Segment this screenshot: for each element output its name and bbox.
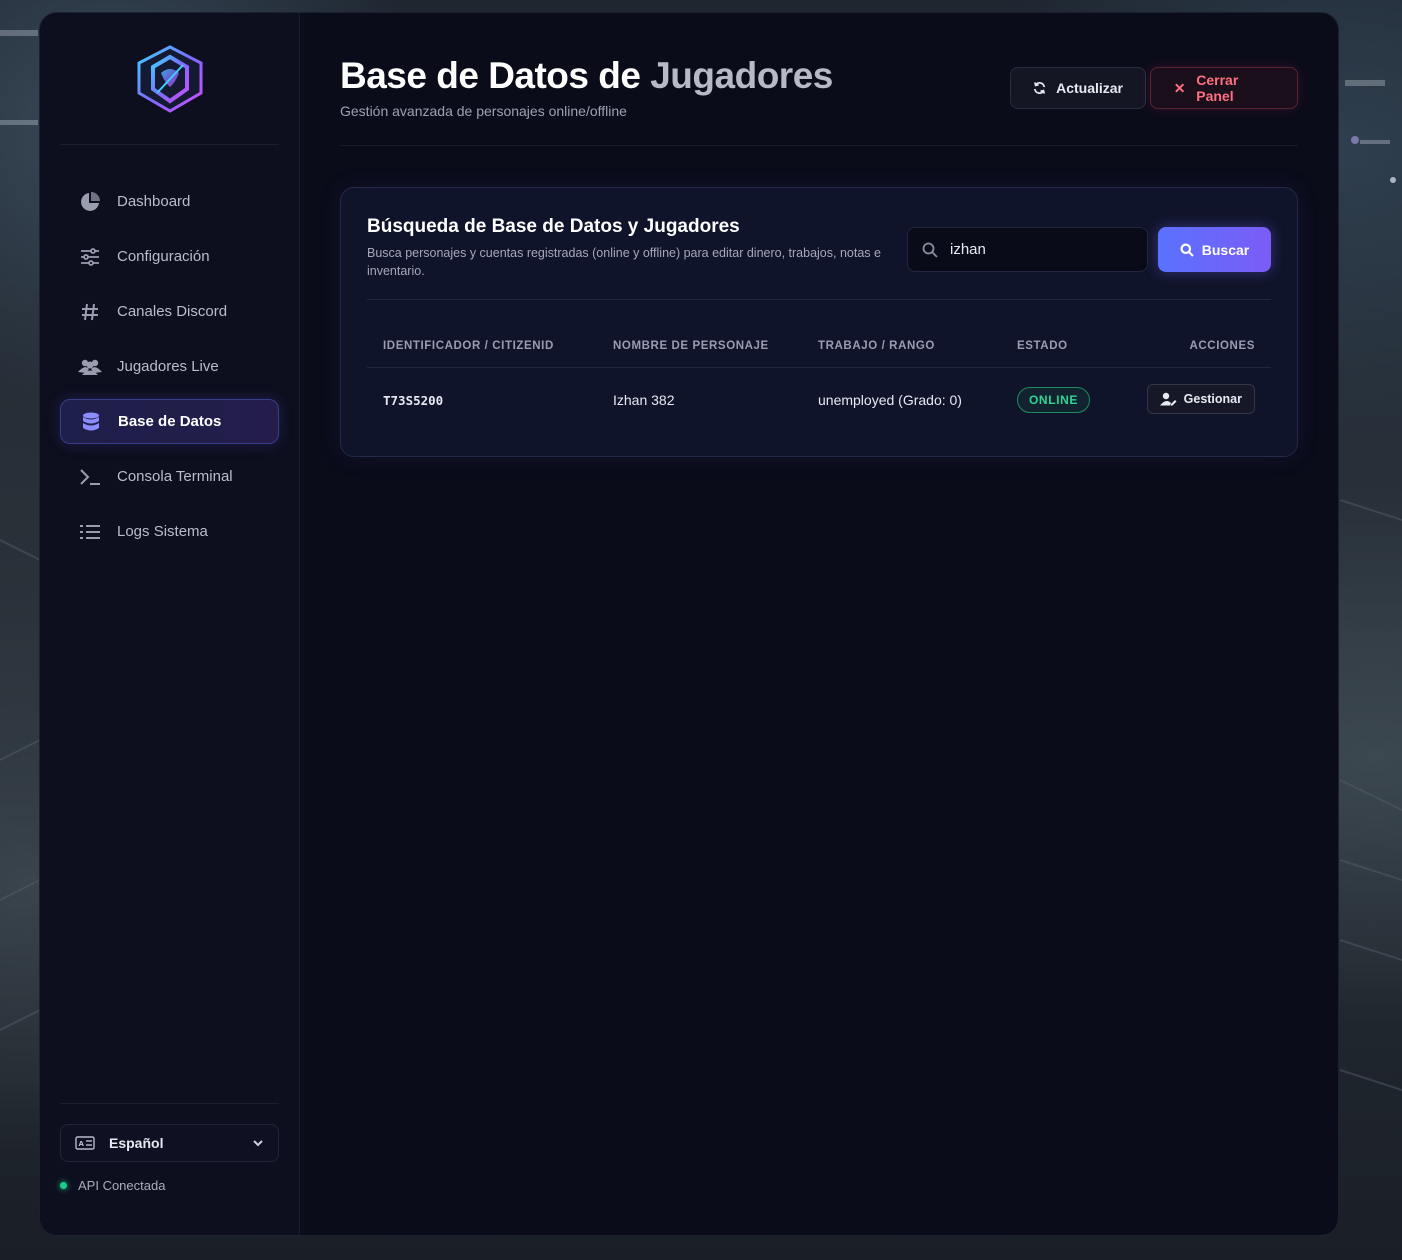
refresh-label: Actualizar [1056, 80, 1123, 96]
page-title-accent: Jugadores [650, 55, 833, 96]
table-header: IDENTIFICADOR / CITIZENID NOMBRE DE PERS… [367, 300, 1271, 368]
sidebar-item-label: Canales Discord [117, 303, 228, 320]
api-status-label: API Conectada [78, 1178, 166, 1193]
refresh-button[interactable]: Actualizar [1010, 67, 1146, 109]
search-card-description: Busca personajes y cuentas registradas (… [367, 246, 881, 278]
search-card-header: Búsqueda de Base de Datos y Jugadores Bu… [367, 188, 1271, 300]
pie-chart-icon [78, 190, 102, 214]
user-edit-icon [1159, 392, 1177, 406]
page-title-main: Base de Datos de [340, 55, 651, 96]
list-icon [78, 520, 102, 544]
status-badge: ONLINE [1017, 387, 1090, 413]
main-content: Base de Datos de Jugadores Gestión avanz… [300, 13, 1338, 1235]
column-header-citizenid: IDENTIFICADOR / CITIZENID [383, 340, 554, 352]
sidebar-item-label: Jugadores Live [117, 358, 219, 375]
refresh-icon [1034, 82, 1046, 94]
close-icon [1175, 83, 1185, 93]
page-header: Base de Datos de Jugadores Gestión avanz… [340, 13, 1298, 146]
crest-logo-icon [137, 44, 202, 113]
search-card-title: Búsqueda de Base de Datos y Jugadores [367, 216, 740, 237]
svg-text:A: A [79, 1140, 85, 1148]
hash-icon [78, 300, 102, 324]
sidebar-item-label: Base de Datos [118, 413, 222, 430]
sidebar-item-label: Consola Terminal [117, 468, 233, 485]
search-button[interactable]: Buscar [1158, 227, 1271, 272]
column-header-job: TRABAJO / RANGO [818, 340, 935, 352]
sidebar-nav: Dashboard Configuración Canales Discord … [40, 179, 299, 554]
sidebar-item-jugadores-live[interactable]: Jugadores Live [60, 344, 279, 389]
language-select[interactable]: A Español [60, 1124, 279, 1162]
api-status: API Conectada [60, 1178, 279, 1193]
close-panel-label: Cerrar Panel [1196, 72, 1239, 104]
cell-job-rank: unemployed (Grado: 0) [818, 392, 962, 408]
sidebar-item-label: Configuración [117, 248, 210, 265]
sidebar: Dashboard Configuración Canales Discord … [40, 13, 300, 1235]
status-dot-icon [60, 1182, 67, 1189]
sidebar-item-base-de-datos[interactable]: Base de Datos [60, 399, 279, 444]
table-row: T73S5200 Izhan 382 unemployed (Grado: 0)… [367, 368, 1271, 432]
terminal-icon [78, 465, 102, 489]
column-header-actions: ACCIONES [1189, 340, 1255, 352]
cell-character-name: Izhan 382 [613, 392, 675, 408]
sidebar-item-label: Logs Sistema [117, 523, 208, 540]
manage-button-label: Gestionar [1183, 392, 1242, 406]
page-subtitle: Gestión avanzada de personajes online/of… [340, 103, 627, 119]
header-actions: Actualizar Cerrar Panel [1010, 67, 1298, 109]
search-button-label: Buscar [1201, 241, 1250, 258]
logo-area [60, 13, 279, 145]
search-icon [1180, 243, 1194, 257]
sidebar-item-canales-discord[interactable]: Canales Discord [60, 289, 279, 334]
sidebar-item-configuracion[interactable]: Configuración [60, 234, 279, 279]
search-input[interactable] [950, 241, 1130, 258]
admin-panel: Dashboard Configuración Canales Discord … [39, 12, 1339, 1236]
search-field[interactable] [907, 227, 1148, 272]
database-icon [79, 410, 103, 434]
users-icon [78, 355, 102, 379]
column-header-name: NOMBRE DE PERSONAJE [613, 340, 769, 352]
cell-citizenid: T73S5200 [383, 393, 444, 408]
sliders-icon [78, 245, 102, 269]
search-card: Búsqueda de Base de Datos y Jugadores Bu… [340, 187, 1298, 457]
sidebar-item-dashboard[interactable]: Dashboard [60, 179, 279, 224]
players-table: IDENTIFICADOR / CITIZENID NOMBRE DE PERS… [367, 300, 1271, 432]
language-label: Español [109, 1135, 164, 1151]
page-title: Base de Datos de Jugadores [340, 55, 833, 97]
sidebar-item-logs-sistema[interactable]: Logs Sistema [60, 509, 279, 554]
sidebar-footer: A Español API Conectada [60, 1103, 279, 1193]
close-panel-button[interactable]: Cerrar Panel [1150, 67, 1298, 109]
sidebar-item-label: Dashboard [117, 193, 191, 210]
sidebar-item-consola-terminal[interactable]: Consola Terminal [60, 454, 279, 499]
manage-button[interactable]: Gestionar [1146, 384, 1255, 414]
language-icon: A [75, 1136, 95, 1150]
search-icon [922, 242, 938, 258]
column-header-status: ESTADO [1017, 340, 1068, 352]
chevron-down-icon [253, 1140, 263, 1147]
